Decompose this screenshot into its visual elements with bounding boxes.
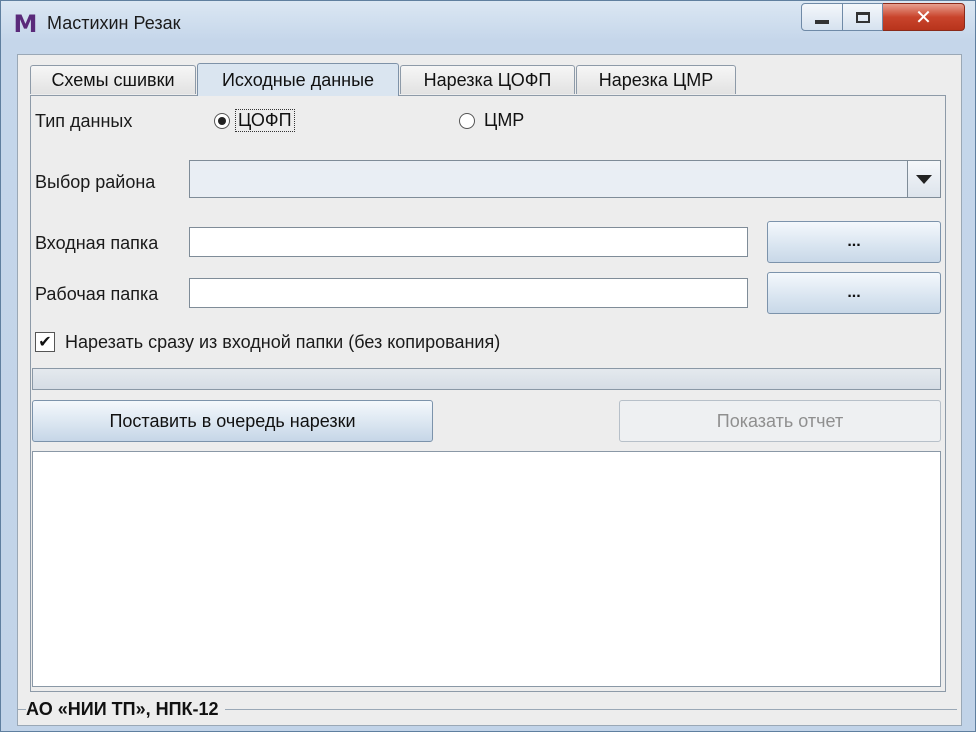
source-data-panel: Тип данных ЦОФП ЦМР Выбор района Входная… <box>30 95 946 692</box>
app-logo-icon: M <box>13 10 38 38</box>
radio-cmr[interactable] <box>459 113 475 129</box>
region-label: Выбор района <box>35 172 156 192</box>
region-select[interactable] <box>189 160 941 198</box>
input-folder-label: Входная папка <box>35 233 159 253</box>
queue-cut-button[interactable]: Поставить в очередь нарезки <box>32 400 433 442</box>
log-area[interactable] <box>32 451 941 687</box>
radio-cmr-label[interactable]: ЦМР <box>482 110 526 131</box>
cut-directly-checkbox[interactable]: ✔ <box>35 332 55 352</box>
input-folder-field[interactable] <box>189 227 748 257</box>
work-folder-field[interactable] <box>189 278 748 308</box>
radio-cofp[interactable] <box>214 113 230 129</box>
app-window: M Мастихин Резак ✕ Схемы сшивки Исходные… <box>0 0 976 732</box>
maximize-icon <box>855 11 870 23</box>
client-area: Схемы сшивки Исходные данные Нарезка ЦОФ… <box>17 54 962 726</box>
dropdown-arrow-button[interactable] <box>907 161 940 197</box>
radio-cofp-label[interactable]: ЦОФП <box>235 109 295 132</box>
show-report-button[interactable]: Показать отчет <box>619 400 941 442</box>
tab-cut-cofp[interactable]: Нарезка ЦОФП <box>400 65 575 94</box>
minimize-icon <box>815 20 829 24</box>
cut-directly-label[interactable]: Нарезать сразу из входной папки (без коп… <box>65 332 500 353</box>
tab-stitching-schemes[interactable]: Схемы сшивки <box>30 65 196 94</box>
title-bar[interactable]: M Мастихин Резак ✕ <box>1 1 975 47</box>
data-type-label: Тип данных <box>35 111 133 131</box>
status-bar: АО «НИИ ТП», НПК-12 <box>18 693 961 725</box>
progress-bar <box>32 368 941 390</box>
checkmark-icon: ✔ <box>38 334 52 351</box>
chevron-down-icon <box>916 174 932 184</box>
browse-work-folder-button[interactable]: ... <box>767 272 941 314</box>
window-title: Мастихин Резак <box>47 13 181 33</box>
radio-selected-dot <box>218 117 226 125</box>
tab-source-data[interactable]: Исходные данные <box>197 63 399 96</box>
work-folder-label: Рабочая папка <box>35 284 159 304</box>
browse-input-folder-button[interactable]: ... <box>767 221 941 263</box>
close-button[interactable]: ✕ <box>883 3 965 31</box>
minimize-button[interactable] <box>801 3 843 31</box>
maximize-button[interactable] <box>843 3 883 31</box>
tab-cut-cmr[interactable]: Нарезка ЦМР <box>576 65 736 94</box>
close-icon: ✕ <box>915 6 932 29</box>
status-text: АО «НИИ ТП», НПК-12 <box>26 699 225 720</box>
